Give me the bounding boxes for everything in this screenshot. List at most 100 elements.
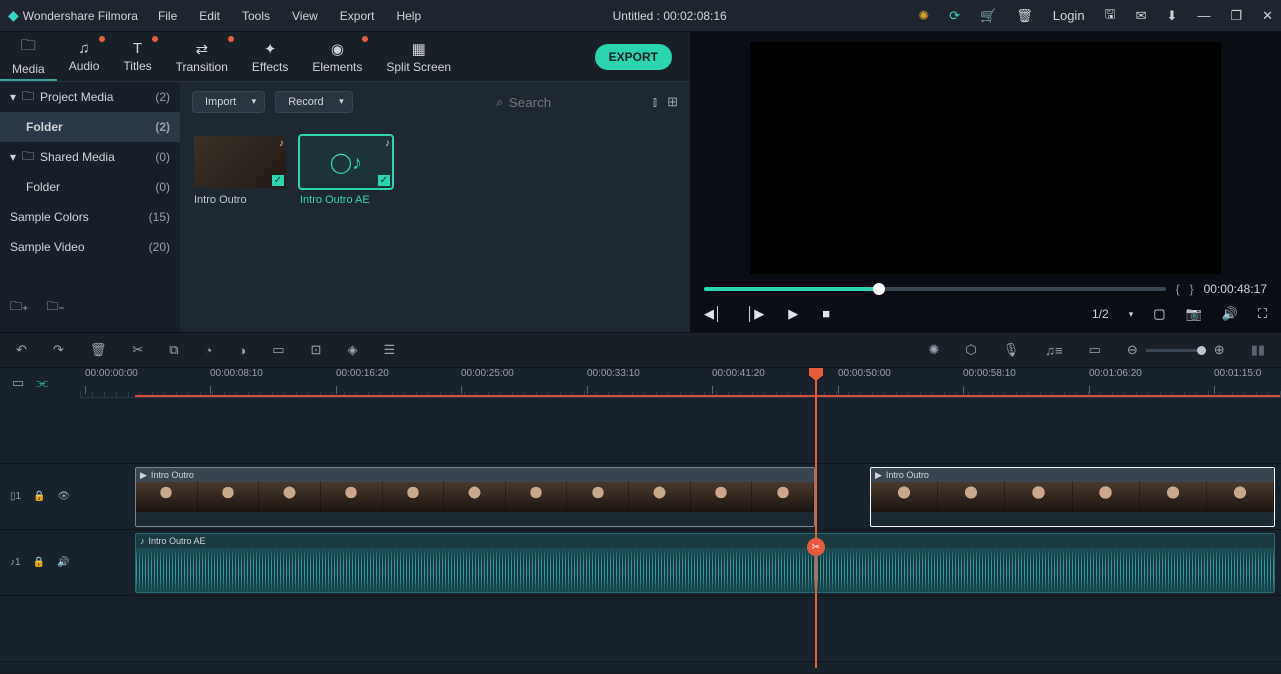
mixer-button[interactable]: ♫≡ — [1045, 343, 1062, 358]
volume-icon[interactable]: 🔊 — [1222, 306, 1238, 322]
split-button[interactable]: ✂ — [132, 342, 143, 358]
caret-down-icon: ▾ — [10, 90, 16, 104]
lock-icon[interactable]: 🔒 — [33, 557, 45, 568]
audio-clip[interactable]: ♪Intro Outro AE — [135, 533, 1275, 593]
text-icon: T — [133, 40, 142, 57]
tab-titles[interactable]: TTitles — [111, 32, 163, 81]
login-link[interactable]: Login — [1053, 8, 1085, 23]
scrub-bar[interactable] — [704, 287, 1166, 291]
media-panel: 🗀Media ♫Audio TTitles ⇄Transition ✦Effec… — [0, 32, 690, 332]
menu-help[interactable]: Help — [396, 9, 421, 23]
playhead-handle-icon[interactable] — [809, 368, 823, 381]
undo-button[interactable]: ↶ — [16, 342, 27, 358]
zoom-in-button[interactable]: ⊕ — [1214, 342, 1225, 358]
timeline-empty-row[interactable] — [0, 398, 1281, 464]
track-options-icon[interactable]: ▭ — [12, 375, 24, 391]
next-frame-button[interactable]: │▶ — [746, 306, 764, 322]
trash-icon[interactable]: 🗑 — [1016, 8, 1033, 24]
playback-speed[interactable]: 1/2 — [1092, 307, 1109, 321]
new-folder-icon[interactable]: 🗀₊ — [10, 297, 28, 318]
lock-icon[interactable]: 🔒 — [33, 491, 45, 502]
mark-in-button[interactable]: { — [1176, 282, 1180, 296]
sidebar-item-shared-media[interactable]: ▾🗀Shared Media(0) — [0, 142, 180, 172]
filter-icon[interactable]: ⫾ — [653, 94, 657, 110]
maximize-icon[interactable]: ❐ — [1230, 8, 1242, 24]
audio-meter-icon[interactable]: ▮▮ — [1251, 342, 1265, 358]
zoom-out-button[interactable]: ⊖ — [1127, 342, 1138, 358]
tab-media[interactable]: 🗀Media — [0, 32, 57, 81]
speed-button[interactable]: ◔ — [205, 343, 213, 358]
check-icon: ✓ — [272, 175, 284, 186]
sidebar-item-sample-video[interactable]: Sample Video(20) — [0, 232, 180, 262]
menu-view[interactable]: View — [292, 9, 318, 23]
timeline-ruler[interactable]: ✂ 00:00:00:0000:00:08:1000:00:16:2000:00… — [80, 368, 1281, 398]
crop-button[interactable]: ⧉ — [169, 342, 178, 358]
menu-file[interactable]: File — [158, 9, 177, 23]
stop-button[interactable]: ■ — [822, 306, 830, 322]
video-clip[interactable]: ▶Intro Outro — [870, 467, 1275, 527]
menu-tools[interactable]: Tools — [242, 9, 270, 23]
keyframe-button[interactable]: ◈ — [347, 342, 357, 358]
music-badge-icon: ♪ — [385, 138, 390, 149]
tab-split-screen[interactable]: ▦Split Screen — [374, 32, 463, 81]
marker-button[interactable]: ⬡ — [965, 342, 976, 358]
media-thumb-video[interactable]: ♪✓ Intro Outro — [194, 136, 286, 206]
tab-effects[interactable]: ✦Effects — [240, 32, 300, 81]
scrub-knob[interactable] — [873, 283, 885, 295]
sidebar-item-project-media[interactable]: ▾🗀Project Media(2) — [0, 82, 180, 112]
visibility-icon[interactable]: 👁 — [58, 491, 71, 502]
preview-timecode: 00:00:48:17 — [1204, 282, 1267, 296]
tab-elements[interactable]: ◉Elements — [300, 32, 374, 81]
grid-view-icon[interactable]: ⊞ — [667, 94, 678, 110]
render-button[interactable]: ✺ — [928, 342, 939, 358]
refresh-icon[interactable]: ⟳ — [949, 8, 960, 24]
sidebar-item-sample-colors[interactable]: Sample Colors(15) — [0, 202, 180, 232]
title-bar: ◆ Wondershare Filmora File Edit Tools Vi… — [0, 0, 1281, 32]
search-input[interactable] — [509, 95, 629, 110]
media-thumb-audio[interactable]: ◯♪♪✓ Intro Outro AE — [300, 136, 392, 206]
prev-frame-button[interactable]: ◀│ — [704, 306, 722, 322]
sidebar-item-folder[interactable]: Folder(2) — [0, 112, 180, 142]
tips-icon[interactable]: ✺ — [918, 8, 929, 24]
tab-transition[interactable]: ⇄Transition — [164, 32, 240, 81]
timeline-empty-row-2[interactable] — [0, 596, 1281, 662]
detach-button[interactable]: ⊡ — [311, 342, 322, 358]
display-icon[interactable]: ▢ — [1153, 306, 1165, 322]
playhead-cut-icon[interactable]: ✂ — [807, 538, 825, 556]
magnet-icon[interactable]: ⫘ — [36, 375, 48, 391]
close-icon[interactable]: ✕ — [1262, 8, 1273, 24]
video-clip[interactable]: ▶Intro Outro — [135, 467, 815, 527]
fullscreen-icon[interactable]: ⛶ — [1258, 306, 1267, 322]
thumbnails-button[interactable]: ▭ — [1089, 342, 1101, 358]
import-dropdown[interactable]: Import — [192, 91, 265, 113]
search-icon: ⌕ — [496, 95, 503, 110]
menu-edit[interactable]: Edit — [199, 9, 220, 23]
save-icon[interactable]: 🖫 — [1105, 5, 1116, 27]
download-icon[interactable]: ⬇ — [1167, 8, 1178, 24]
preview-viewport[interactable] — [690, 32, 1281, 274]
playhead[interactable]: ✂ — [815, 368, 817, 668]
zoom-slider[interactable] — [1146, 349, 1206, 352]
mark-out-button[interactable]: } — [1190, 282, 1194, 296]
ruler-tick: 00:00:33:10 — [587, 368, 640, 379]
menu-export[interactable]: Export — [340, 9, 375, 23]
record-vo-button[interactable]: 🎙 — [1003, 342, 1020, 358]
folder-icon: 🗀 — [22, 87, 34, 108]
export-button[interactable]: EXPORT — [595, 44, 672, 70]
sidebar-item-folder-2[interactable]: Folder(0) — [0, 172, 180, 202]
color-button[interactable]: ◑ — [238, 343, 246, 358]
mail-icon[interactable]: ✉ — [1136, 8, 1147, 24]
tab-audio[interactable]: ♫Audio — [57, 32, 112, 81]
mute-icon[interactable]: 🔊 — [57, 557, 69, 568]
settings-button[interactable]: ☰ — [383, 342, 395, 358]
play-button[interactable]: ▶ — [788, 306, 798, 322]
cart-icon[interactable]: 🛒 — [980, 8, 996, 24]
green-screen-button[interactable]: ▭ — [272, 342, 284, 358]
delete-button[interactable]: 🗑 — [90, 342, 107, 358]
delete-folder-icon[interactable]: 🗀₋ — [46, 297, 64, 318]
chevron-down-icon[interactable]: ▾ — [1129, 309, 1134, 320]
minimize-icon[interactable]: — — [1197, 8, 1210, 23]
snapshot-icon[interactable]: 📷 — [1186, 306, 1202, 322]
redo-button[interactable]: ↷ — [53, 342, 64, 358]
record-dropdown[interactable]: Record — [275, 91, 352, 113]
